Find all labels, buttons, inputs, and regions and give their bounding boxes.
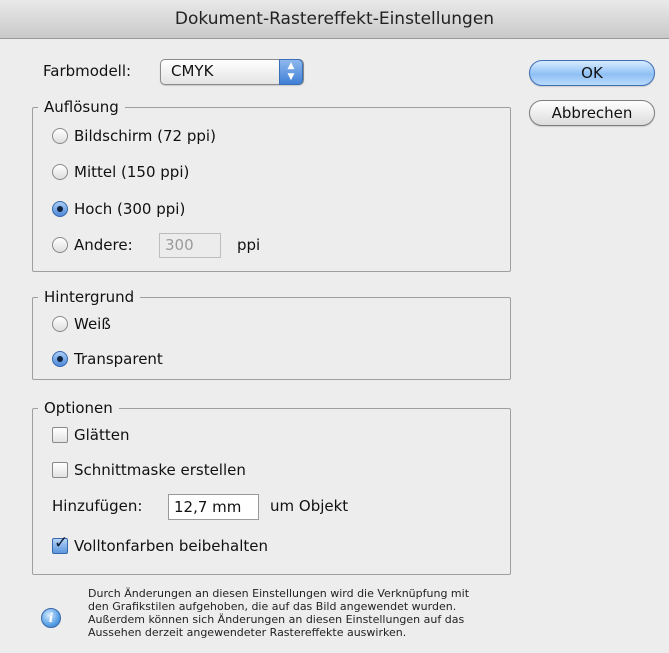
radio-button-icon	[52, 128, 68, 144]
window-title: Dokument-Rastereffekt-Einstellungen	[0, 0, 669, 39]
clipping-mask-label: Schnittmaske erstellen	[74, 461, 246, 479]
note-line: Außerdem können sich Änderungen an diese…	[88, 613, 465, 626]
note-line: Aussehen derzeit angewendeter Rastereffe…	[88, 626, 407, 639]
color-model-select[interactable]: CMYK ▲ ▼	[160, 59, 304, 85]
ok-button[interactable]: OK	[529, 60, 655, 86]
radio-button-selected-icon	[52, 201, 68, 217]
preserve-spot-label: Volltonfarben beibehalten	[74, 537, 268, 555]
color-model-label: Farbmodell:	[43, 62, 132, 80]
popup-arrows-icon: ▲ ▼	[279, 59, 303, 85]
radio-screen-label: Bildschirm (72 ppi)	[74, 127, 216, 145]
resolution-other-input[interactable]: 300	[159, 233, 221, 258]
radio-medium-label: Mittel (150 ppi)	[74, 163, 190, 181]
note-line: den Grafikstilen aufgehoben, die auf das…	[88, 600, 457, 613]
radio-button-icon	[52, 316, 68, 332]
checkbox-icon	[52, 427, 68, 443]
checkbox-icon	[52, 462, 68, 478]
cancel-button[interactable]: Abbrechen	[529, 100, 655, 126]
resolution-legend: Auflösung	[44, 98, 119, 116]
radio-button-icon	[52, 237, 68, 253]
options-legend: Optionen	[44, 399, 113, 417]
note-line: Durch Änderungen an diesen Einstellungen…	[88, 587, 470, 600]
radio-other-label: Andere:	[74, 236, 133, 254]
info-icon: i	[41, 608, 61, 628]
radio-transparent-label: Transparent	[74, 350, 163, 368]
antialias-label: Glätten	[74, 426, 130, 444]
radio-white-label: Weiß	[74, 315, 111, 333]
add-suffix: um Objekt	[270, 497, 349, 515]
add-amount-input[interactable]: 12,7 mm	[168, 494, 259, 520]
checkbox-checked-icon: ✓	[52, 533, 69, 554]
resolution-unit: ppi	[237, 236, 261, 254]
radio-button-icon	[52, 164, 68, 180]
info-note: Durch Änderungen an diesen Einstellungen…	[88, 587, 608, 639]
radio-button-selected-icon	[52, 351, 68, 367]
color-model-value: CMYK	[171, 62, 214, 80]
background-legend: Hintergrund	[44, 288, 135, 306]
radio-high-label: Hoch (300 ppi)	[74, 200, 186, 218]
add-label: Hinzufügen:	[52, 497, 143, 515]
